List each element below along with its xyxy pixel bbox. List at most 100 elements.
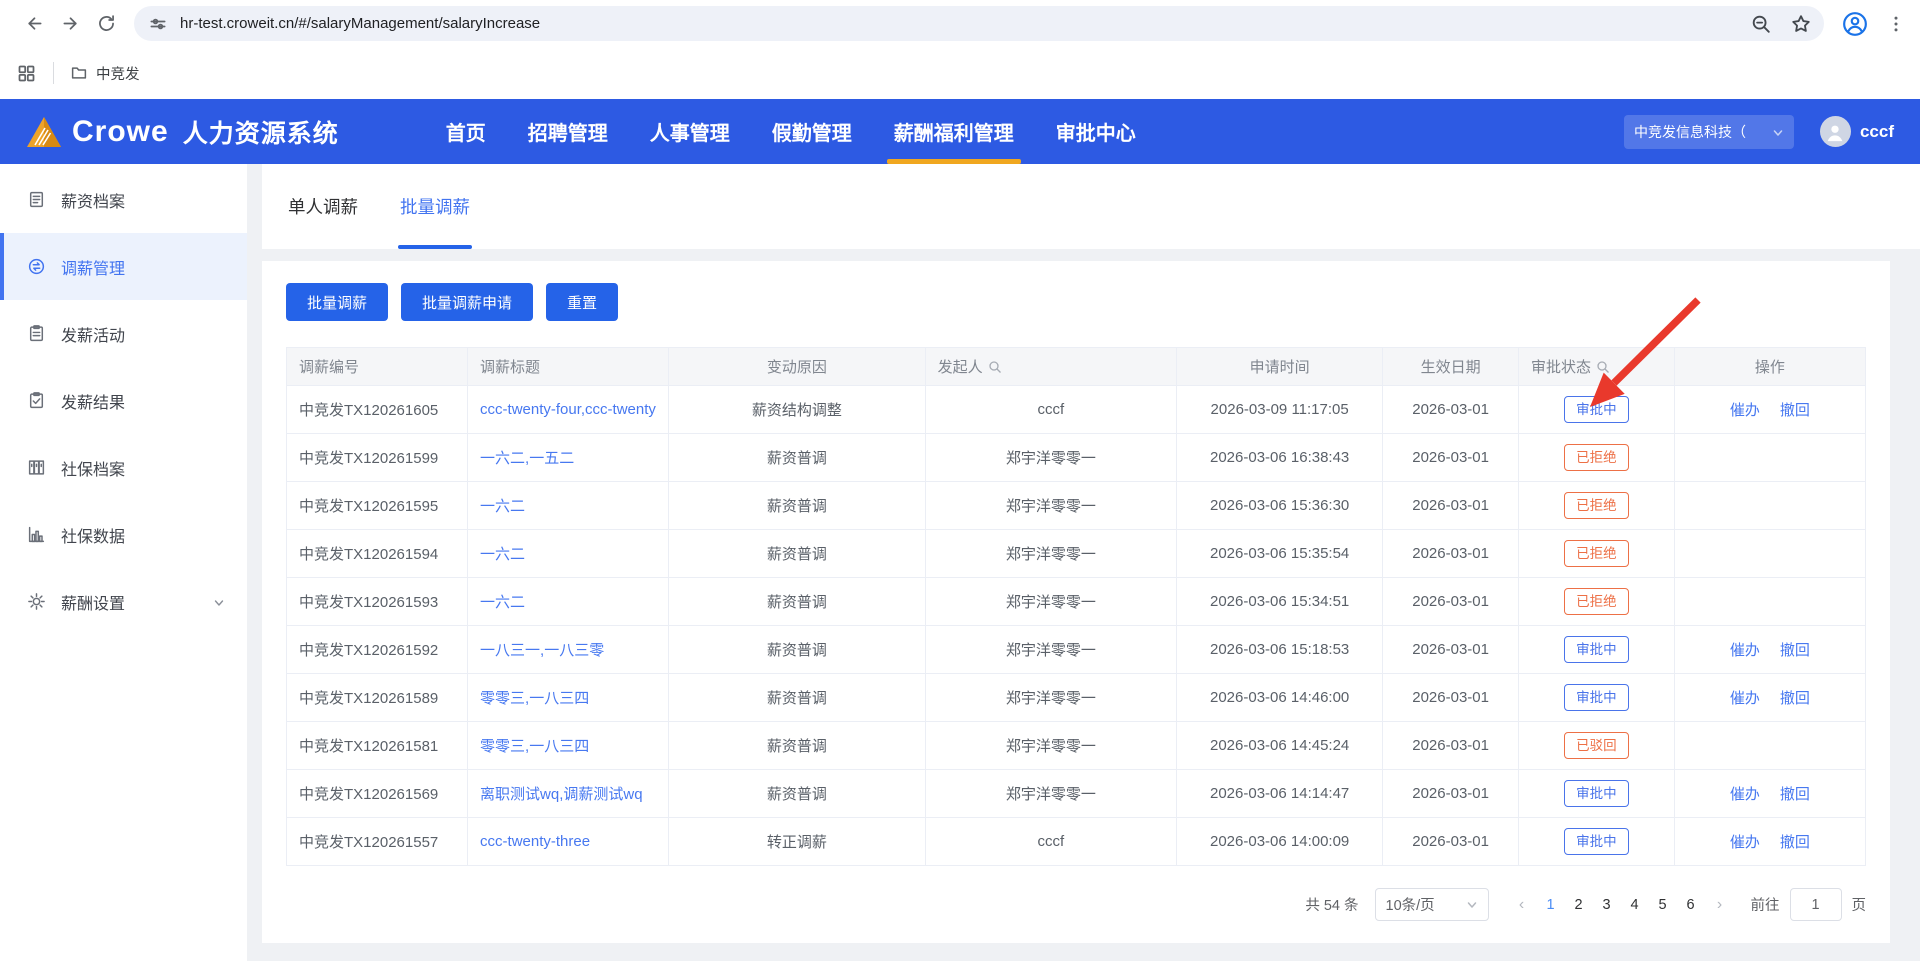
adjust-title-link[interactable]: ccc-twenty-three: [480, 833, 590, 850]
pagination-next-icon[interactable]: ›: [1705, 896, 1735, 914]
table-row: 中竞发TX120261581 零零三,一八三四 薪资普调 郑宇洋零零一 2026-03-…: [285, 721, 1867, 770]
sidebar-item-社保数据[interactable]: 社保数据: [0, 501, 247, 568]
table-row: 中竞发TX120261592 一八三一,一八三零 薪资普调 郑宇洋零零一 2026-03…: [285, 625, 1867, 674]
action-link-撤回[interactable]: 撤回: [1780, 690, 1810, 707]
page-number-2[interactable]: 2: [1565, 897, 1593, 913]
column-label: 生效日期: [1420, 359, 1481, 376]
search-icon[interactable]: [988, 360, 1002, 374]
action-link-撤回[interactable]: 撤回: [1780, 834, 1810, 851]
page-number-5[interactable]: 5: [1649, 897, 1677, 913]
page-number-3[interactable]: 3: [1593, 897, 1621, 913]
sidebar-item-社保档案[interactable]: 社保档案: [0, 434, 247, 501]
nav-item-审批中心[interactable]: 审批中心: [1035, 99, 1157, 164]
nav-item-假勤管理[interactable]: 假勤管理: [751, 99, 873, 164]
action-link-催办[interactable]: 催办: [1730, 690, 1760, 707]
site-info-icon[interactable]: [148, 14, 168, 34]
sidebar-item-薪资档案[interactable]: 薪资档案: [0, 166, 247, 233]
nav-item-首页[interactable]: 首页: [425, 99, 507, 164]
action-link-催办[interactable]: 催办: [1730, 402, 1760, 419]
page-number-4[interactable]: 4: [1621, 897, 1649, 913]
cell-approval-status: 审批中: [1517, 769, 1675, 818]
adjust-title-link[interactable]: 零零三,一八三四: [480, 690, 589, 707]
cell-apply-time: 2026-03-06 15:36:30: [1176, 481, 1384, 530]
search-icon[interactable]: [1596, 360, 1610, 374]
cell-change-reason: 薪资普调: [668, 769, 926, 818]
company-select[interactable]: 中竞发信息科技（: [1623, 114, 1794, 149]
action-link-催办[interactable]: 催办: [1730, 642, 1760, 659]
sidebar-item-薪酬设置[interactable]: 薪酬设置: [0, 568, 247, 635]
sidebar: 薪资档案 调薪管理发薪活动发薪结果 社保档案 社保数据 薪酬设置: [0, 164, 247, 961]
nav-item-人事管理[interactable]: 人事管理: [629, 99, 751, 164]
browser-profile-icon[interactable]: [1842, 11, 1868, 37]
cell-initiator: 郑宇洋零零一: [924, 769, 1178, 818]
column-header-title: 调薪标题: [467, 347, 670, 386]
nav-item-招聘管理[interactable]: 招聘管理: [507, 99, 629, 164]
cell-actions: 催办 撤回: [1673, 385, 1867, 434]
adjust-title-link[interactable]: 一六二,一五二: [480, 450, 574, 467]
browser-back-icon[interactable]: [16, 6, 52, 42]
sidebar-item-发薪活动[interactable]: 发薪活动: [0, 300, 247, 367]
browser-forward-icon[interactable]: [52, 6, 88, 42]
nav-item-薪酬福利管理[interactable]: 薪酬福利管理: [873, 99, 1035, 164]
sidebar-item-调薪管理[interactable]: 调薪管理: [0, 233, 247, 300]
action-link-撤回[interactable]: 撤回: [1780, 402, 1810, 419]
browser-reload-icon[interactable]: [88, 6, 124, 42]
page-number-6[interactable]: 6: [1677, 897, 1705, 913]
cell-apply-time: 2026-03-06 14:14:47: [1176, 769, 1384, 818]
reset-button[interactable]: 重置: [546, 283, 619, 321]
cell-adjust-id: 中竞发TX120261592: [285, 625, 469, 674]
adjust-title-link[interactable]: 一八三一,一八三零: [480, 642, 604, 659]
action-link-催办[interactable]: 催办: [1730, 834, 1760, 851]
cell-apply-time: 2026-03-06 15:34:51: [1176, 577, 1384, 626]
sidebar-item-label: 发薪活动: [61, 327, 126, 345]
batch-adjust-button[interactable]: 批量调薪: [286, 283, 389, 321]
cell-change-reason: 薪资普调: [668, 577, 926, 626]
page-size-select[interactable]: 10条/页: [1374, 888, 1489, 921]
header-right: 中竞发信息科技（ cccf: [1623, 114, 1894, 149]
toolbar: 批量调薪 批量调薪申请 重置: [286, 283, 1866, 321]
cell-apply-time: 2026-03-06 15:35:54: [1176, 529, 1384, 578]
cell-approval-status: 审批中: [1517, 817, 1675, 866]
bookmark-star-icon[interactable]: [1790, 13, 1812, 35]
table-row: 中竞发TX120261569 离职测试wq,调薪测试wq 薪资普调 郑宇洋零零一 202…: [285, 769, 1867, 818]
browser-menu-icon[interactable]: [1886, 14, 1906, 34]
column-header-inner: 生效日期: [1421, 356, 1481, 377]
action-link-催办[interactable]: 催办: [1730, 786, 1760, 803]
cell-approval-status: 已拒绝: [1517, 529, 1675, 578]
pagination-prev-icon[interactable]: ‹: [1507, 896, 1537, 914]
cell-initiator: 郑宇洋零零一: [924, 721, 1178, 770]
cell-change-reason: 薪资普调: [668, 481, 926, 530]
zoom-icon[interactable]: [1750, 13, 1772, 35]
pagination-goto-input[interactable]: [1789, 888, 1842, 921]
crowe-logo-icon: [26, 116, 62, 148]
tab-strip: 单人调薪 批量调薪: [262, 164, 1920, 249]
cell-approval-status: 审批中: [1517, 625, 1675, 674]
tab-single-adjust[interactable]: 单人调薪: [286, 164, 360, 249]
cell-adjust-title: 一八三一,一八三零: [467, 625, 670, 674]
address-bar[interactable]: hr-test.croweit.cn/#/salaryManagement/sa…: [134, 6, 1824, 41]
tab-groups-icon[interactable]: [16, 63, 37, 84]
adjust-title-link[interactable]: 一六二: [480, 498, 525, 515]
tab-batch-adjust[interactable]: 批量调薪: [398, 164, 472, 249]
status-badge: 审批中: [1564, 779, 1629, 808]
cell-actions: [1673, 529, 1867, 578]
sidebar-item-发薪结果[interactable]: 发薪结果: [0, 367, 247, 434]
action-link-撤回[interactable]: 撤回: [1780, 642, 1810, 659]
adjust-title-link[interactable]: ccc-twenty-four,ccc-twenty: [480, 401, 656, 418]
adjust-title-link[interactable]: 一六二: [480, 594, 525, 611]
url-text[interactable]: hr-test.croweit.cn/#/salaryManagement/sa…: [180, 15, 1732, 32]
table-row: 中竞发TX120261557 ccc-twenty-three 转正调薪 cccf 20…: [285, 817, 1867, 866]
user-avatar[interactable]: [1819, 116, 1851, 147]
cell-effective-date: 2026-03-01: [1382, 817, 1519, 866]
cell-effective-date: 2026-03-01: [1382, 481, 1519, 530]
pagination-goto-label: 前往: [1750, 898, 1780, 914]
batch-adjust-apply-button[interactable]: 批量调薪申请: [401, 283, 534, 321]
bookmark-folder[interactable]: 中竞发: [70, 63, 140, 84]
cell-apply-time: 2026-03-06 14:00:09: [1176, 817, 1384, 866]
adjust-title-link[interactable]: 离职测试wq,调薪测试wq: [480, 786, 643, 803]
action-link-撤回[interactable]: 撤回: [1780, 786, 1810, 803]
adjust-title-link[interactable]: 一六二: [480, 546, 525, 563]
main-content: 单人调薪 批量调薪 批量调薪 批量调薪申请 重置 调薪编号 调薪标题 变动原因 发起人…: [247, 164, 1920, 961]
adjust-title-link[interactable]: 零零三,一八三四: [480, 738, 589, 755]
page-number-1[interactable]: 1: [1537, 897, 1565, 913]
